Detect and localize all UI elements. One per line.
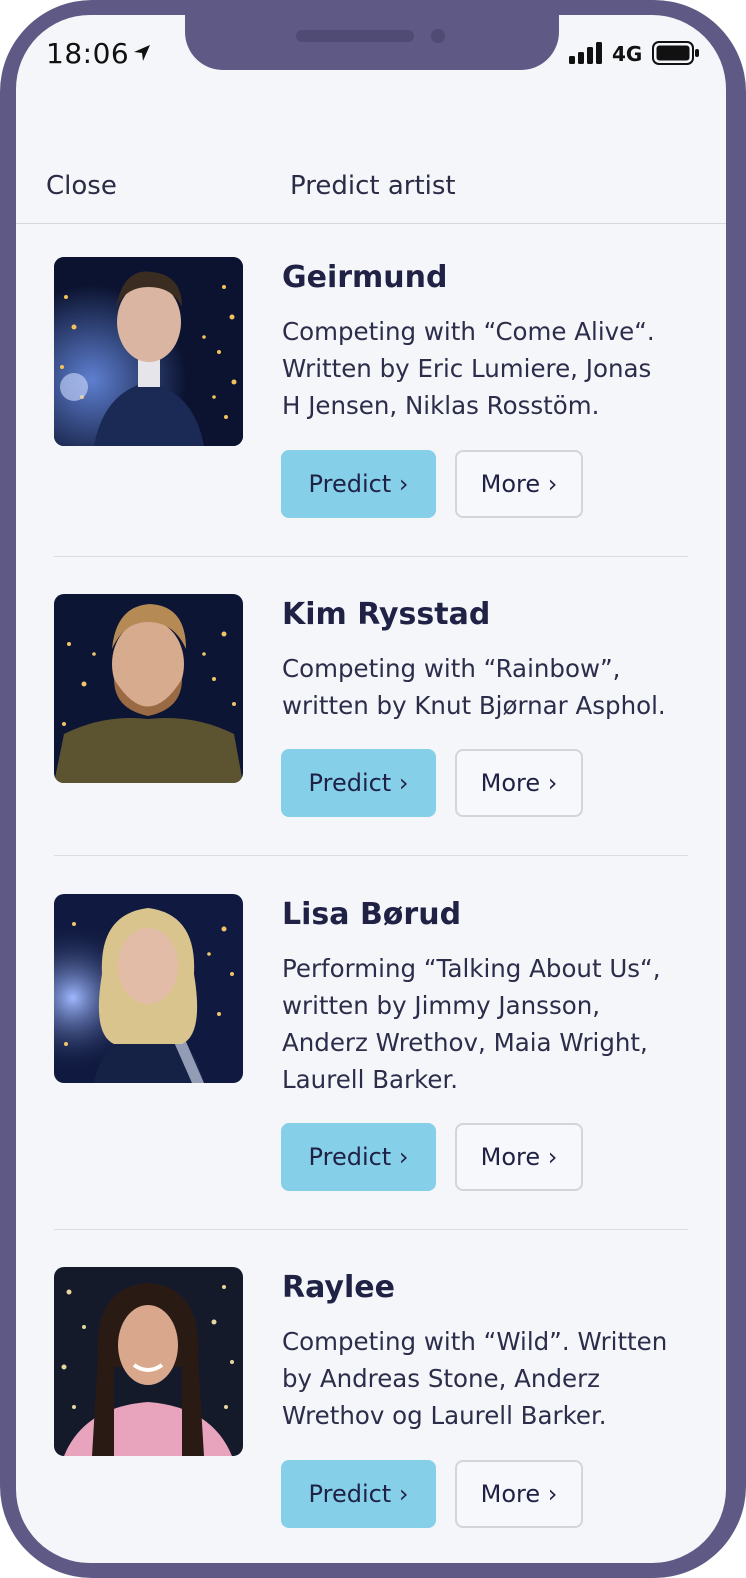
more-button[interactable]: More › (455, 1123, 583, 1191)
header: Close Predict artist (16, 133, 726, 224)
divider (54, 855, 688, 856)
page-title: Predict artist (290, 171, 456, 201)
artist-photo (54, 1267, 243, 1456)
predict-button[interactable]: Predict › (281, 1460, 436, 1528)
artist-name: Kim Rysstad (282, 597, 491, 632)
artist-description: Performing “Talking About Us“, written b… (282, 954, 661, 1094)
signal-icon (569, 42, 602, 64)
divider (54, 1229, 688, 1230)
more-button[interactable]: More › (455, 450, 583, 518)
camera (431, 29, 445, 43)
screen: 18:06 4G Close Predict artist Geirmund C… (16, 15, 726, 1563)
status-time: 18:06 (46, 37, 130, 70)
artist-description: Competing with “Come Alive“. Written by … (282, 317, 655, 420)
phone-frame: 18:06 4G Close Predict artist Geirmund C… (0, 0, 746, 1578)
predict-button[interactable]: Predict › (281, 749, 436, 817)
predict-button[interactable]: Predict › (281, 1123, 436, 1191)
artist-photo (54, 894, 243, 1083)
artist-name: Raylee (282, 1270, 395, 1305)
artist-description: Competing with “Wild”. Written by Andrea… (282, 1327, 668, 1430)
artist-name: Geirmund (282, 260, 448, 295)
artist-name: Lisa Børud (282, 897, 462, 932)
artist-photo (54, 594, 243, 783)
artist-description: Competing with “Rainbow”, written by Knu… (282, 654, 666, 720)
close-button[interactable]: Close (46, 171, 117, 201)
location-arrow-icon (134, 45, 150, 61)
artist-photo (54, 257, 243, 446)
battery-icon (652, 41, 699, 65)
more-button[interactable]: More › (455, 749, 583, 817)
predict-button[interactable]: Predict › (281, 450, 436, 518)
network-label: 4G (612, 42, 643, 66)
divider (54, 556, 688, 557)
more-button[interactable]: More › (455, 1460, 583, 1528)
notch (185, 15, 559, 70)
speaker (296, 30, 414, 42)
